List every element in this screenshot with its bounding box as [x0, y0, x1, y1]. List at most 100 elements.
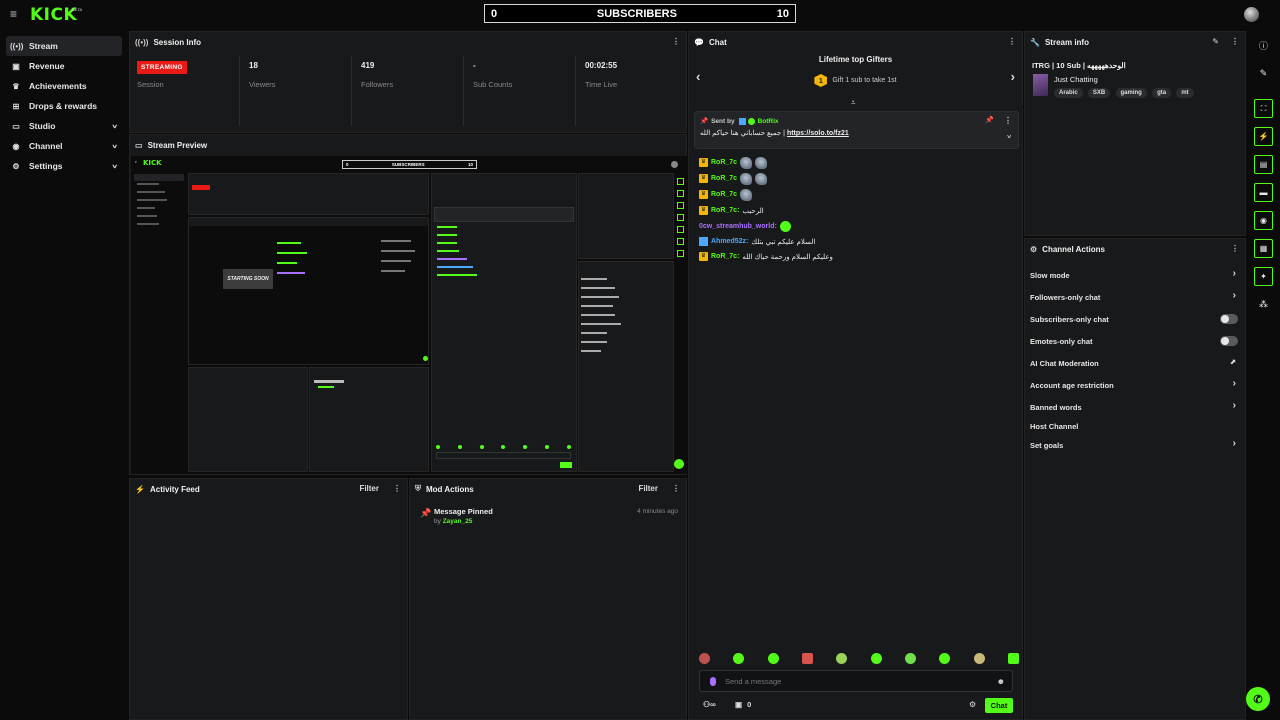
chat-username[interactable]: 0cw_streamhub_world:	[699, 223, 777, 230]
mod-action-user[interactable]: Zayan_25	[443, 518, 473, 525]
filter-button[interactable]: Filter	[638, 484, 658, 493]
tag-chip[interactable]: Arabic	[1054, 88, 1083, 98]
more-icon[interactable]: ⋮	[672, 37, 680, 46]
unpin-icon[interactable]: 📌	[985, 116, 994, 124]
more-icon[interactable]: ⋮	[1231, 244, 1239, 253]
pinned-user[interactable]: BotRix	[758, 118, 779, 125]
nav-item-stream[interactable]: ((•)) Stream	[6, 36, 122, 56]
user-avatar[interactable]	[1244, 7, 1259, 22]
mini-rail-btn	[677, 202, 684, 209]
emote-icon[interactable]	[1007, 653, 1019, 664]
pinned-message: 📌 Sent by BotRix جميع حساباتي هنا حياكم …	[694, 111, 1019, 149]
chat-username[interactable]: RoR_7c:	[711, 253, 739, 260]
more-icon[interactable]: ⋮	[1004, 116, 1012, 125]
emote-icon[interactable]	[904, 653, 916, 664]
action-set-goals[interactable]: Set goals ›	[1030, 438, 1238, 452]
chevron-down-icon[interactable]: ∨	[1006, 134, 1012, 139]
gift-icon: ▣	[735, 700, 743, 709]
emotes-only-toggle[interactable]	[1220, 336, 1238, 346]
chat-input[interactable]: Send a message ☻	[699, 670, 1013, 692]
chat-bubble-icon[interactable]: ▬	[1254, 183, 1273, 202]
category-thumbnail[interactable]	[1033, 74, 1048, 96]
panel-header: ((•)) Session Info	[130, 32, 686, 52]
nav-item-label: Achievements	[29, 81, 87, 91]
nodes-icon[interactable]: ⁂	[1254, 295, 1273, 314]
edit-icon[interactable]: ✎	[1212, 37, 1219, 46]
chat-message: ♛ RoR_7c	[699, 188, 753, 201]
chat-username[interactable]: Ahmed52z:	[711, 238, 748, 245]
layout-icon[interactable]: ▦	[1254, 239, 1273, 258]
bolt-icon[interactable]: ⚡	[1254, 127, 1273, 146]
tag-chip[interactable]: gta	[1152, 88, 1172, 98]
users-infinite-icon[interactable]: ⚇∞	[703, 700, 716, 709]
mini-preview-inner	[189, 226, 428, 364]
pinned-link[interactable]: https://solo.to/fz21	[787, 130, 849, 137]
menu-icon[interactable]: ≡	[10, 8, 22, 20]
action-ai-moderation[interactable]: AI Chat Moderation ⬈	[1030, 356, 1238, 370]
nav-item-revenue[interactable]: ▣ Revenue	[6, 56, 122, 76]
wrench-icon[interactable]: ✦	[1254, 267, 1273, 286]
nav-item-achievements[interactable]: ♛ Achievements	[6, 76, 122, 96]
mini-rail-btn	[677, 190, 684, 197]
action-account-age[interactable]: Account age restriction ›	[1030, 378, 1238, 392]
emoji-icon[interactable]: ☻	[997, 677, 1005, 686]
tag-chip[interactable]: SXB	[1087, 88, 1111, 98]
chat-username[interactable]: RoR_7c	[711, 191, 737, 198]
collapse-icon[interactable]: ⩡	[851, 98, 856, 108]
emote-icon[interactable]	[870, 653, 882, 664]
emote-icon[interactable]	[733, 653, 745, 664]
chat-username[interactable]: RoR_7c:	[711, 207, 739, 214]
action-label: Subscribers-only chat	[1030, 314, 1109, 324]
mod-action-by: by Zayan_25	[434, 518, 472, 525]
microphone-icon[interactable]	[710, 676, 716, 686]
mini-chat-line	[437, 242, 457, 244]
mini-chat-line	[437, 250, 459, 252]
emote-icon[interactable]	[836, 653, 848, 664]
subscribers-only-toggle[interactable]	[1220, 314, 1238, 324]
chat-username[interactable]: RoR_7c	[711, 175, 737, 182]
more-icon[interactable]: ⋮	[393, 484, 401, 493]
mini-goal-label: SUBSCRIBERS	[391, 162, 425, 167]
points-counter[interactable]: ▣ 0	[735, 700, 751, 709]
kick-logo[interactable]: KICK	[30, 6, 77, 24]
stat-viewers: 18 Viewers	[249, 61, 276, 89]
nav-item-drops[interactable]: ⊞ Drops & rewards	[6, 96, 122, 116]
emote-icon	[740, 172, 753, 185]
gear-icon[interactable]: ⚙	[969, 700, 976, 709]
broadcast-icon[interactable]: ◉	[1254, 211, 1273, 230]
nav-item-label: Revenue	[29, 61, 65, 71]
stream-preview-video[interactable]: ≡ KICK 0 SUBSCRIBERS 10 STARTING SOON	[131, 156, 687, 474]
emote-icon[interactable]	[767, 653, 779, 664]
category-name[interactable]: Just Chatting	[1054, 75, 1098, 84]
broadcast-icon: ((•))	[10, 41, 24, 51]
help-chat-icon[interactable]: ✆	[1246, 687, 1270, 711]
mini-session-panel	[188, 173, 429, 215]
emote-icon[interactable]	[973, 653, 985, 664]
emote-icon[interactable]	[939, 653, 951, 664]
action-host-channel[interactable]: Host Channel	[1030, 419, 1238, 433]
filter-button[interactable]: Filter	[359, 484, 379, 493]
trophy-icon: ♛	[12, 81, 20, 91]
action-followers-only[interactable]: Followers-only chat ›	[1030, 290, 1238, 304]
chat-username[interactable]: RoR_7c	[711, 159, 737, 166]
more-icon[interactable]: ⋮	[1231, 37, 1239, 46]
more-icon[interactable]: ⋮	[672, 484, 680, 493]
nav-item-channel[interactable]: ◉ Channel ∨	[6, 136, 122, 156]
nav-item-studio[interactable]: ▭ Studio ∨	[6, 116, 122, 136]
emote-icon[interactable]	[699, 653, 710, 664]
fullscreen-icon[interactable]: ⛶	[1254, 99, 1273, 118]
tag-chip[interactable]: gaming	[1115, 88, 1147, 98]
chevron-down-icon: ∨	[111, 163, 118, 170]
edit-icon[interactable]: ✎	[1254, 64, 1273, 83]
studio-icon: ▭	[12, 121, 20, 131]
action-banned-words[interactable]: Banned words ›	[1030, 400, 1238, 414]
tag-chip[interactable]: mt	[1176, 88, 1194, 98]
more-icon[interactable]: ⋮	[1008, 37, 1016, 46]
nav-item-settings[interactable]: ⚙ Settings ∨	[6, 156, 122, 176]
emote-icon[interactable]	[801, 653, 813, 664]
action-slow-mode[interactable]: Slow mode ›	[1030, 268, 1238, 282]
info-icon[interactable]: ⓘ	[1254, 36, 1273, 55]
mini-chat-line	[277, 272, 305, 274]
send-chat-button[interactable]: Chat	[985, 698, 1013, 713]
document-icon[interactable]: ▤	[1254, 155, 1273, 174]
